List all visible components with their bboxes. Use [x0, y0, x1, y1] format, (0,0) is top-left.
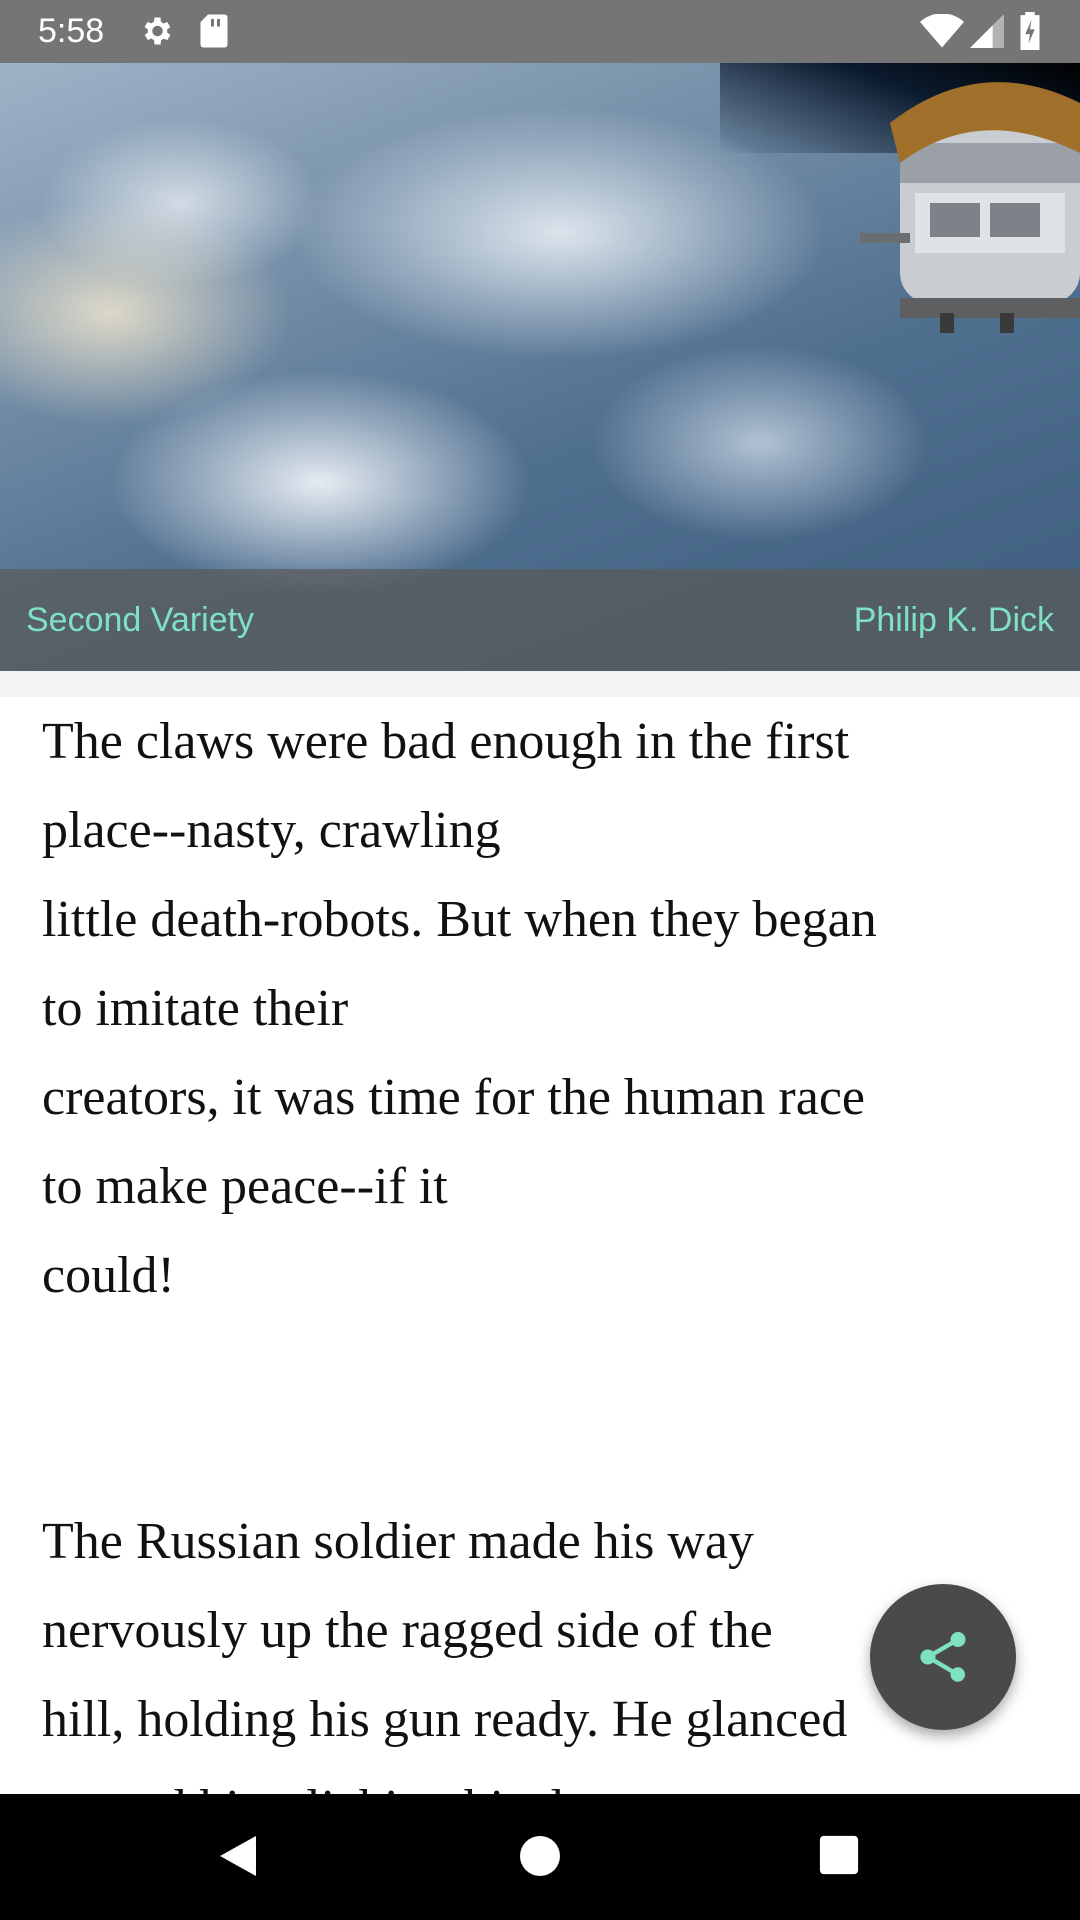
story-author: Philip K. Dick: [853, 601, 1054, 639]
text-line: around him, licking his dry: [0, 1764, 1080, 1794]
signal-icon: [970, 14, 1004, 52]
text-line: place--nasty, crawling: [42, 802, 501, 859]
recents-icon[interactable]: [818, 1834, 860, 1880]
text-line: to make peace--if it: [42, 1158, 448, 1215]
share-button[interactable]: [870, 1584, 1016, 1730]
text-line: creators, it was time for the human race: [42, 1069, 865, 1126]
sd-card-icon: [198, 13, 230, 53]
battery-charging-icon: [1018, 12, 1042, 54]
text-line: to imitate their: [42, 980, 349, 1037]
divider: [0, 671, 1080, 697]
navigation-bar: [0, 1794, 1080, 1920]
status-time: 5:58: [38, 12, 105, 50]
back-icon[interactable]: [216, 1832, 260, 1884]
story-title: Second Variety: [26, 601, 255, 639]
gear-icon: [138, 13, 174, 53]
text-line: The Russian soldier made his way: [42, 1513, 754, 1570]
story-paragraph-1: The claws were bad enough in the first p…: [0, 697, 1080, 1320]
share-icon: [920, 1632, 966, 1682]
text-line: could!: [42, 1247, 175, 1304]
satellite-icon: [860, 82, 1080, 333]
status-bar: 5:58: [0, 0, 1080, 63]
home-icon[interactable]: [518, 1834, 562, 1882]
text-line: The claws were bad enough in the first: [42, 713, 850, 770]
wifi-icon: [920, 13, 964, 52]
text-line: little death-robots. But when they began: [42, 891, 877, 948]
story-title-bar: Second Variety Philip K. Dick: [0, 569, 1080, 671]
